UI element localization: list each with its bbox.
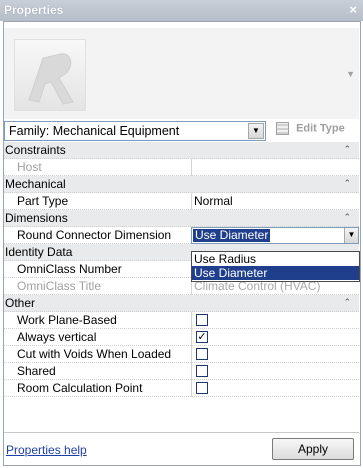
type-selector-row: Family: Mechanical Equipment ▼ Edit Type (4, 121, 359, 141)
param-label: Always vertical (17, 330, 97, 344)
category-label: Other (5, 296, 36, 310)
category-mechanical[interactable]: Mechanical ⌃ (4, 176, 359, 193)
chevron-up-icon[interactable]: ⌃ (343, 212, 351, 223)
shared-checkbox[interactable] (196, 365, 208, 377)
category-dimensions[interactable]: Dimensions ⌃ (4, 210, 359, 227)
param-row-shared[interactable]: Shared (4, 363, 359, 380)
category-constraints[interactable]: Constraints ⌃ (4, 142, 359, 159)
chevron-down-icon[interactable]: ▼ (344, 228, 358, 243)
param-label: Work Plane-Based (17, 313, 117, 327)
param-label: Host (17, 160, 42, 174)
chevron-down-icon[interactable]: ▼ (248, 123, 264, 139)
param-row-part-type[interactable]: Part Type Normal (4, 193, 359, 210)
param-row-round-connector-dimension[interactable]: Round Connector Dimension Use Diameter ▼ (4, 227, 359, 244)
category-label: Mechanical (5, 177, 66, 191)
param-row-room-calculation-point[interactable]: Room Calculation Point (4, 380, 359, 397)
edit-type-label: Edit Type (296, 122, 345, 135)
option-use-diameter[interactable]: Use Diameter (192, 266, 359, 280)
cut-with-voids-checkbox[interactable] (196, 348, 208, 360)
param-value (191, 380, 359, 397)
category-other[interactable]: Other ⌃ (4, 295, 359, 312)
edit-type-button[interactable]: Edit Type (276, 122, 360, 140)
param-label: OmniClass Title (17, 279, 102, 293)
chevron-up-icon[interactable]: ⌃ (343, 144, 351, 155)
param-value (191, 346, 359, 363)
properties-help-link[interactable]: Properties help (6, 443, 87, 457)
param-label: Shared (17, 364, 56, 378)
param-value (191, 363, 359, 380)
param-row-always-vertical[interactable]: Always vertical ✓ (4, 329, 359, 346)
family-thumbnail-icon (14, 39, 86, 111)
type-preview: ▼ (4, 28, 359, 119)
category-label: Constraints (5, 143, 66, 157)
param-label: Cut with Voids When Loaded (17, 347, 172, 361)
option-use-radius[interactable]: Use Radius (192, 252, 359, 266)
always-vertical-checkbox[interactable]: ✓ (196, 331, 208, 343)
room-calculation-point-checkbox[interactable] (196, 382, 208, 394)
apply-button[interactable]: Apply (272, 438, 354, 460)
param-label: Round Connector Dimension (17, 228, 172, 242)
param-value: ✓ (191, 329, 359, 346)
titlebar: Properties × (0, 0, 363, 21)
window-title: Properties (4, 3, 64, 17)
param-label: OmniClass Number (17, 262, 122, 276)
chevron-down-icon[interactable]: ▼ (346, 69, 355, 79)
category-label: Identity Data (5, 245, 73, 259)
param-label: Part Type (17, 194, 69, 208)
work-plane-based-checkbox[interactable] (196, 314, 208, 326)
round-connector-dimension-options: Use Radius Use Diameter (191, 251, 360, 282)
param-value (191, 312, 359, 329)
edit-type-icon (276, 122, 289, 135)
type-selector[interactable]: Family: Mechanical Equipment ▼ (4, 121, 266, 141)
chevron-up-icon[interactable]: ⌃ (343, 297, 351, 308)
param-value (191, 159, 359, 176)
close-icon[interactable]: × (349, 2, 357, 17)
param-value[interactable]: Normal (191, 193, 359, 210)
type-selector-value: Family: Mechanical Equipment (9, 124, 180, 138)
checkmark-icon: ✓ (197, 331, 207, 343)
param-row-work-plane-based[interactable]: Work Plane-Based (4, 312, 359, 329)
chevron-up-icon[interactable]: ⌃ (343, 178, 351, 189)
param-label: Room Calculation Point (17, 381, 143, 395)
select-value: Use Diameter (193, 228, 271, 242)
param-row-cut-with-voids[interactable]: Cut with Voids When Loaded (4, 346, 359, 363)
round-connector-dimension-select[interactable]: Use Diameter ▼ (191, 227, 359, 244)
category-label: Dimensions (5, 211, 68, 225)
panel-footer: Properties help Apply (4, 432, 359, 462)
param-row-host[interactable]: Host (4, 159, 359, 176)
